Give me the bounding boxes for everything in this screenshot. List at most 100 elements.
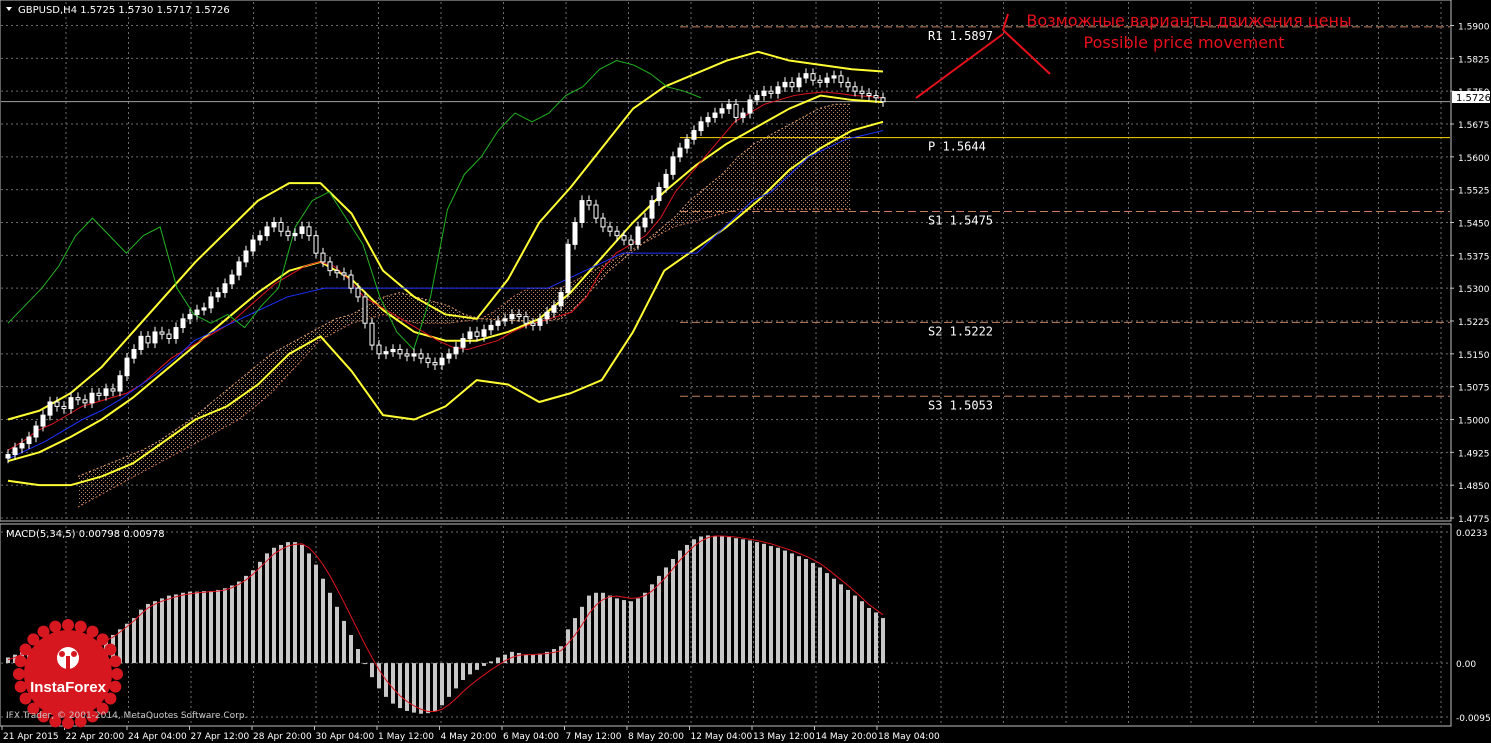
macd-bar xyxy=(279,544,283,664)
macd-bar xyxy=(552,649,556,664)
candle-body xyxy=(61,405,67,410)
macd-bar xyxy=(272,547,276,664)
y-tick-label: 1.5600 xyxy=(1458,154,1490,164)
macd-bar xyxy=(664,567,668,664)
macd-bar xyxy=(314,564,318,664)
macd-bar xyxy=(657,575,661,664)
candle-body xyxy=(425,357,431,364)
macd-bar xyxy=(454,663,458,689)
candle-body xyxy=(677,147,683,158)
candle-body xyxy=(551,305,557,313)
candle-body xyxy=(341,272,347,276)
macd-bar xyxy=(566,629,570,664)
macd-bar xyxy=(125,623,129,664)
candle-body xyxy=(82,399,88,404)
macd-bar xyxy=(335,606,339,664)
macd-bar xyxy=(181,592,185,664)
y-tick-label: 1.5000 xyxy=(1458,417,1490,427)
candle-body xyxy=(831,75,837,79)
candle-body xyxy=(544,311,550,320)
candle-body xyxy=(565,243,571,294)
candle-body xyxy=(236,261,242,276)
macd-bar xyxy=(629,601,633,664)
y-tick-label: 1.4850 xyxy=(1458,482,1490,492)
y-tick-label: 1.5300 xyxy=(1458,285,1490,295)
x-tick-label: 4 May 20:00 xyxy=(441,732,497,742)
macd-bar xyxy=(230,585,234,664)
macd-bar xyxy=(839,584,843,664)
candle-body xyxy=(96,392,102,396)
macd-bar xyxy=(846,589,850,664)
macd-bar xyxy=(699,536,703,664)
candle-body xyxy=(628,239,634,245)
macd-bar xyxy=(370,663,374,678)
candle-body xyxy=(278,222,284,232)
pivot-label: S3 1.5053 xyxy=(928,398,993,412)
last-price-label: 1.5726 xyxy=(1456,93,1491,104)
dropdown-arrow-icon[interactable] xyxy=(6,7,12,11)
macd-y-tick-label: 0.0233 xyxy=(1456,529,1488,539)
candle-body xyxy=(432,362,438,366)
x-tick-label: 18 May 04:00 xyxy=(878,732,940,742)
kumo-area xyxy=(78,104,851,508)
candle-body xyxy=(719,108,725,114)
macd-bar xyxy=(174,594,178,664)
candle-body xyxy=(642,217,648,228)
candle-body xyxy=(712,112,718,118)
x-tick-label: 28 Apr 20:00 xyxy=(253,732,312,742)
candle-body xyxy=(222,283,228,294)
candle-body xyxy=(271,222,277,228)
candle-body xyxy=(495,320,501,326)
annotation-line1: Возможные варианты движения цены xyxy=(1026,11,1351,30)
x-tick-label: 12 May 04:00 xyxy=(691,732,753,742)
candle-body xyxy=(299,226,305,234)
macd-bar xyxy=(650,584,654,664)
candle-body xyxy=(474,331,480,337)
y-tick-label: 1.5825 xyxy=(1458,55,1490,65)
candle-body xyxy=(208,296,214,309)
macd-bar xyxy=(741,539,745,664)
macd-bar xyxy=(426,663,430,714)
candle-body xyxy=(579,200,585,224)
y-tick-label: 1.4775 xyxy=(1458,515,1490,525)
candle-body xyxy=(103,388,109,396)
candle-body xyxy=(782,81,788,88)
macd-bar xyxy=(405,663,409,711)
candle-body xyxy=(670,156,676,175)
candle-body xyxy=(390,348,396,353)
macd-bar xyxy=(594,592,598,664)
candle-body xyxy=(649,200,655,219)
candle-body xyxy=(866,92,872,97)
macd-y-tick-label: 0.00 xyxy=(1456,660,1476,670)
macd-bar xyxy=(797,556,801,664)
time-axis: 21 Apr 2015 22 Apr 20:00 24 Apr 04:00 27 Ap… xyxy=(1,726,940,742)
pivot-label: S2 1.5222 xyxy=(928,324,993,338)
macd-bar xyxy=(475,663,479,670)
gear-tooth xyxy=(13,668,25,680)
candle-body xyxy=(166,333,172,340)
candle-body xyxy=(740,112,746,118)
y-tick-label: 1.5075 xyxy=(1458,384,1490,394)
x-tick-label: 13 May 12:00 xyxy=(753,732,815,742)
candle-body xyxy=(47,401,53,416)
macd-bar xyxy=(524,654,528,664)
macd-bar xyxy=(244,575,248,664)
macd-bar xyxy=(580,606,584,664)
macd-bar xyxy=(860,601,864,664)
macd-bar xyxy=(363,663,367,665)
x-tick-label: 30 Apr 04:00 xyxy=(316,732,375,742)
macd-bar xyxy=(447,663,451,697)
candle-body xyxy=(775,86,781,94)
price-chart[interactable]: R1 1.5897 P 1.5644 S1 1.5475 S2 1.5222 S3 1.… xyxy=(0,0,1491,743)
y-tick-label: 1.5525 xyxy=(1458,187,1490,197)
macd-bar xyxy=(223,588,227,664)
macd-bar xyxy=(517,652,521,664)
macd-bar xyxy=(139,609,143,664)
candle-body xyxy=(572,222,578,245)
macd-bar xyxy=(433,663,437,711)
candle-body xyxy=(348,274,354,289)
candle-body xyxy=(488,324,494,331)
pivot-label: P 1.5644 xyxy=(928,140,986,154)
candle-body xyxy=(726,103,732,110)
y-tick-label: 1.5375 xyxy=(1458,252,1490,262)
